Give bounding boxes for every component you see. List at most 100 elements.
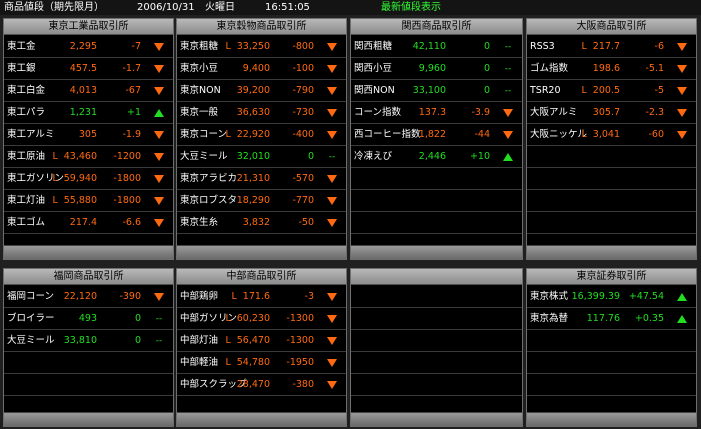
quote-row[interactable]: 大阪ニッケル L 3,041 -60 (527, 124, 696, 146)
quote-row[interactable]: 東工原油 L 43,460 -1200 (4, 146, 173, 168)
quote-row[interactable]: 東工ガソリン L 59,940 -1800 (4, 168, 173, 190)
quote-row[interactable]: 東京株式 16,399.39 +47.54 (527, 286, 696, 308)
quote-row[interactable]: 東工白金 4,013 -67 (4, 80, 173, 102)
price-value: 33,810 (63, 335, 97, 346)
price-cell: 1,822 (419, 124, 446, 145)
price-cell: L 54,780 (225, 352, 270, 373)
quote-row[interactable]: 大阪アルミ 305.7 -2.3 (527, 102, 696, 124)
commodity-name: 中部軽油 (180, 357, 219, 368)
quote-row[interactable]: 東京為替 117.76 +0.35 (527, 308, 696, 330)
quote-row[interactable]: 東工銀 457.5 -1.7 (4, 58, 173, 80)
change-value: -6.6 (122, 217, 141, 228)
panel-empty (350, 268, 523, 427)
quote-row[interactable]: 東京粗糖 L 33,250 -800 (177, 36, 346, 58)
unchanged-dash-icon: -- (155, 336, 163, 346)
quote-row[interactable]: 東京ロブスタ 18,290 -770 (177, 190, 346, 212)
price-cell: 9,400 (243, 58, 270, 79)
price-value: 33,250 (236, 41, 270, 52)
quote-row[interactable]: 中部軽油 L 54,780 -1950 (177, 352, 346, 374)
quote-row[interactable]: 関西粗糖 42,110 0 -- (351, 36, 522, 58)
price-value: 32,010 (236, 151, 270, 162)
quote-row[interactable]: 東工灯油 L 55,880 -1800 (4, 190, 173, 212)
quote-row[interactable]: 東京生糸 3,832 -50 (177, 212, 346, 234)
panel-footer (4, 412, 173, 426)
quote-row[interactable]: 中部ガソリン L 60,230 -1300 (177, 308, 346, 330)
price-value: 217.4 (69, 217, 97, 228)
quote-row (351, 212, 522, 234)
quote-row[interactable]: 東工アルミ 305 -1.9 (4, 124, 173, 146)
quote-row[interactable]: 大豆ミール 33,810 0 -- (4, 330, 173, 352)
price-cell: L 22,920 (225, 124, 270, 145)
change-value: -570 (292, 173, 314, 184)
panel-fukuoka: 福岡商品取引所 福岡コーン 22,120 -390 ブロイラー 493 0 -- 大豆ミール 33… (3, 268, 174, 427)
quote-row[interactable]: 関西小豆 9,960 0 -- (351, 58, 522, 80)
limit-flag: L (52, 195, 58, 206)
limit-flag: L (225, 357, 231, 368)
price-cell: 39,200 (237, 80, 270, 101)
panel-footer (351, 412, 522, 426)
quote-row (527, 146, 696, 168)
quote-row[interactable]: 大豆ミール 32,010 0 -- (177, 146, 346, 168)
quote-row[interactable]: RSS3 L 217.7 -6 (527, 36, 696, 58)
panel-header: 東京工業品取引所 (4, 19, 173, 35)
quote-row[interactable]: 中部スクラップ 28,470 -380 (177, 374, 346, 396)
down-arrow-icon (153, 168, 165, 189)
price-cell: 457.5 (70, 58, 97, 79)
change-value: +47.54 (628, 291, 664, 302)
price-cell: L 59,940 (52, 168, 97, 189)
quote-row[interactable]: 西コーヒー指数 1,822 -44 (351, 124, 522, 146)
price-cell: 117.76 (587, 308, 620, 329)
quote-row[interactable]: TSR20 L 200.5 -5 (527, 80, 696, 102)
limit-flag: L (581, 85, 587, 96)
date-display: 2006/10/31 (137, 2, 195, 13)
quote-row[interactable]: 東京一般 36,630 -730 (177, 102, 346, 124)
quote-row[interactable]: 東京小豆 9,400 -100 (177, 58, 346, 80)
quote-row (527, 212, 696, 234)
quote-row[interactable]: 東工パラ 1,231 +1 (4, 102, 173, 124)
quote-row[interactable]: ゴム指数 198.6 -5.1 (527, 58, 696, 80)
change-value: -7 (131, 41, 141, 52)
change-value: -60 (648, 129, 664, 140)
price-value: 137.3 (418, 107, 446, 118)
commodity-name: ブロイラー (7, 313, 55, 324)
quote-row[interactable]: 東京コーン L 22,920 -400 (177, 124, 346, 146)
down-arrow-icon (326, 190, 338, 211)
price-value: 28,470 (236, 379, 270, 390)
quote-row[interactable]: 関西NON 33,100 0 -- (351, 80, 522, 102)
change-value: -3 (304, 291, 314, 302)
quote-row[interactable]: 中部灯油 L 56,470 -1300 (177, 330, 346, 352)
up-arrow-icon (676, 286, 688, 307)
change-value: 0 (134, 313, 141, 324)
change-value: -67 (125, 85, 141, 96)
down-arrow-icon (153, 80, 165, 101)
panel-footer (177, 245, 346, 259)
quote-row[interactable]: 東工金 2,295 -7 (4, 36, 173, 58)
up-arrow-icon (676, 308, 688, 329)
commodity-name: RSS3 (530, 41, 555, 52)
price-cell: 493 (79, 308, 97, 329)
quote-row (351, 352, 522, 374)
quote-row[interactable]: 東京アラビカ 21,310 -570 (177, 168, 346, 190)
quote-row[interactable]: 東京NON 39,200 -790 (177, 80, 346, 102)
quote-row[interactable]: 福岡コーン 22,120 -390 (4, 286, 173, 308)
commodity-name: 東工灯油 (7, 195, 46, 206)
down-arrow-icon (153, 124, 165, 145)
refresh-latest-button[interactable]: 最新値段表示 (381, 0, 441, 15)
quote-row[interactable]: ブロイラー 493 0 -- (4, 308, 173, 330)
quote-row[interactable]: 東工ゴム 217.4 -6.6 (4, 212, 173, 234)
panel-footer (177, 412, 346, 426)
quote-row[interactable]: 中部鶏卵 L 171.6 -3 (177, 286, 346, 308)
down-arrow-icon (326, 36, 338, 57)
commodity-name: 中部灯油 (180, 335, 219, 346)
quote-row[interactable]: 冷凍えび 2,446 +10 (351, 146, 522, 168)
price-cell: 2,446 (419, 146, 446, 167)
change-value: -2.3 (645, 107, 664, 118)
quote-row[interactable]: コーン指数 137.3 -3.9 (351, 102, 522, 124)
change-value: -1300 (286, 335, 314, 346)
change-value: +0.35 (634, 313, 664, 324)
price-value: 2,446 (418, 151, 446, 162)
price-cell: 198.6 (593, 58, 620, 79)
change-value: -5 (654, 85, 664, 96)
commodity-name: 冷凍えび (354, 151, 393, 162)
price-value: 9,400 (242, 63, 270, 74)
